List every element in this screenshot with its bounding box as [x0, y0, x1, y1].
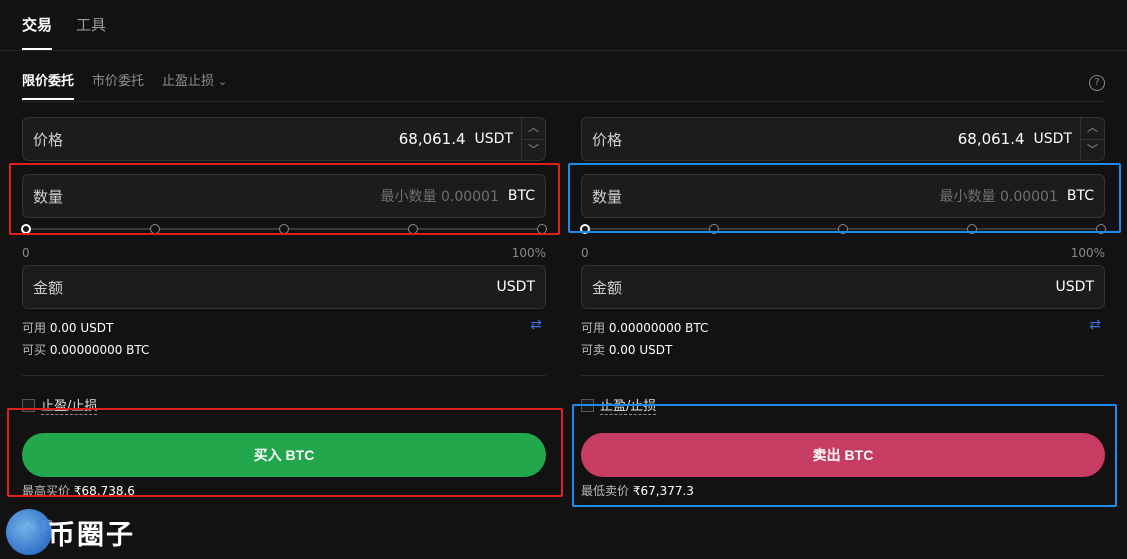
- can-sell-value: 0.00 USDT: [608, 343, 673, 357]
- watermark-logo-icon: [6, 509, 52, 555]
- buy-divider: [22, 375, 546, 376]
- can-sell-label: 可卖: [581, 343, 606, 357]
- buy-qty-unit: BTC: [507, 188, 535, 204]
- best-sell-value: ₹67,377.3: [632, 484, 694, 498]
- tpsl-label: 止盈/止损: [600, 395, 657, 415]
- buy-amount-unit: USDT: [496, 279, 535, 295]
- sell-qty-label: 数量: [592, 187, 623, 206]
- buy-slider-labels: 0 100%: [22, 246, 546, 260]
- slider-max-label: 100%: [511, 246, 546, 260]
- sell-price-unit: USDT: [1033, 131, 1072, 147]
- swap-icon[interactable]: ⇄: [530, 317, 542, 333]
- buy-tpsl-toggle[interactable]: 止盈/止损: [22, 395, 98, 415]
- sell-amount-input[interactable]: 金额 USDT: [581, 265, 1105, 309]
- chevron-up-icon[interactable]: ︿: [1081, 118, 1104, 140]
- watermark: 币圈子: [0, 505, 150, 559]
- tab-tpsl-order[interactable]: 止盈止损 ⌄: [162, 72, 227, 100]
- buy-amount-input[interactable]: 金额 USDT: [22, 265, 546, 309]
- best-buy-value: ₹68,738.6: [73, 484, 135, 498]
- buy-qty-label: 数量: [33, 187, 64, 206]
- sell-price-value: 68,061.4: [957, 130, 1025, 148]
- best-buy-label: 最高买价: [22, 484, 71, 498]
- sell-price-input[interactable]: 价格 68,061.4 USDT ︿ ﹀: [581, 117, 1105, 161]
- tab-tools[interactable]: 工具: [76, 14, 106, 50]
- sell-btc-button[interactable]: 卖出 BTC: [581, 433, 1105, 477]
- available-label: 可用: [22, 321, 47, 335]
- can-buy-value: 0.00000000 BTC: [49, 343, 150, 357]
- sell-price-label: 价格: [592, 130, 623, 149]
- slider-handle[interactable]: [21, 224, 31, 234]
- slider-handle[interactable]: [580, 224, 590, 234]
- chevron-down-icon: ⌄: [218, 75, 228, 88]
- sell-quantity-slider[interactable]: [580, 224, 1106, 234]
- sell-divider: [581, 375, 1105, 376]
- buy-best-price: 最高买价 ₹68,738.6: [22, 482, 135, 499]
- sell-quantity-input[interactable]: 数量 最小数量 0.00001 BTC: [581, 174, 1105, 218]
- tpsl-tab-label: 止盈止损: [162, 74, 215, 89]
- tab-limit-order[interactable]: 限价委托: [22, 72, 75, 100]
- buy-price-stepper: ︿ ﹀: [521, 118, 545, 160]
- slider-min-label: 0: [581, 246, 589, 260]
- tabs-divider: [0, 50, 1127, 51]
- sell-amount-unit: USDT: [1055, 279, 1094, 295]
- subtabs-divider: [22, 101, 1105, 102]
- order-type-tabs: 限价委托 市价委托 止盈止损 ⌄: [22, 72, 227, 100]
- sell-best-price: 最低卖价 ₹67,377.3: [581, 482, 694, 499]
- best-sell-label: 最低卖价: [581, 484, 630, 498]
- buy-price-input[interactable]: 价格 68,061.4 USDT ︿ ﹀: [22, 117, 546, 161]
- sell-tpsl-toggle[interactable]: 止盈/止损: [581, 395, 657, 415]
- slider-step-100[interactable]: [1096, 224, 1106, 234]
- buy-qty-placeholder: 最小数量 0.00001: [380, 189, 499, 205]
- chevron-down-icon[interactable]: ﹀: [1081, 140, 1104, 161]
- tab-market-order[interactable]: 市价委托: [92, 72, 144, 100]
- slider-step-100[interactable]: [537, 224, 547, 234]
- tpsl-checkbox[interactable]: [22, 398, 35, 412]
- chevron-up-icon[interactable]: ︿: [522, 118, 545, 140]
- watermark-text: 币圈子: [48, 520, 135, 551]
- slider-step-50[interactable]: [279, 224, 289, 234]
- slider-min-label: 0: [22, 246, 30, 260]
- help-icon[interactable]: ?: [1089, 75, 1105, 91]
- slider-max-label: 100%: [1070, 246, 1105, 260]
- sell-balance-info: 可用 0.00000000 BTC 可卖 0.00 USDT: [581, 317, 1105, 361]
- sell-amount-label: 金额: [592, 278, 623, 297]
- sell-qty-unit: BTC: [1066, 188, 1094, 204]
- slider-step-50[interactable]: [838, 224, 848, 234]
- buy-quantity-slider[interactable]: [21, 224, 547, 234]
- can-buy-label: 可买: [22, 343, 47, 357]
- buy-price-unit: USDT: [474, 131, 513, 147]
- buy-price-label: 价格: [33, 130, 64, 149]
- slider-step-25[interactable]: [150, 224, 160, 234]
- slider-step-25[interactable]: [709, 224, 719, 234]
- sell-qty-placeholder: 最小数量 0.00001: [939, 189, 1058, 205]
- sell-price-stepper: ︿ ﹀: [1080, 118, 1104, 160]
- swap-icon[interactable]: ⇄: [1089, 317, 1101, 333]
- tpsl-checkbox[interactable]: [581, 398, 594, 412]
- buy-amount-label: 金额: [33, 278, 64, 297]
- buy-price-value: 68,061.4: [398, 130, 466, 148]
- available-value: 0.00 USDT: [49, 321, 114, 335]
- main-tabs: 交易 工具: [22, 14, 106, 50]
- buy-balance-info: 可用 0.00 USDT 可买 0.00000000 BTC: [22, 317, 546, 361]
- tpsl-label: 止盈/止损: [41, 395, 98, 415]
- available-label: 可用: [581, 321, 606, 335]
- slider-step-75[interactable]: [967, 224, 977, 234]
- sell-slider-labels: 0 100%: [581, 246, 1105, 260]
- tab-trade[interactable]: 交易: [22, 14, 53, 50]
- available-value: 0.00000000 BTC: [608, 321, 709, 335]
- buy-quantity-input[interactable]: 数量 最小数量 0.00001 BTC: [22, 174, 546, 218]
- buy-btc-button[interactable]: 买入 BTC: [22, 433, 546, 477]
- slider-step-75[interactable]: [408, 224, 418, 234]
- chevron-down-icon[interactable]: ﹀: [522, 140, 545, 161]
